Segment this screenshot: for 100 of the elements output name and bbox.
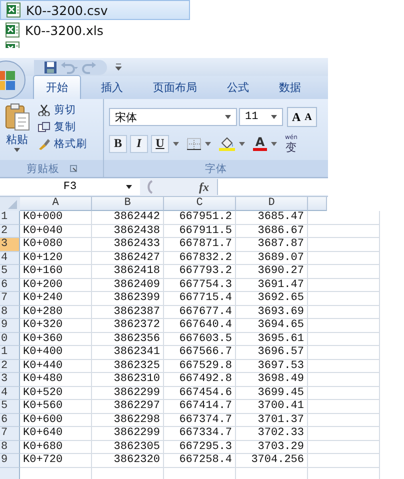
- row-header[interactable]: 4: [0, 252, 20, 265]
- spreadsheet-file-icon[interactable]: [6, 2, 21, 18]
- table-cell: 3862399: [92, 292, 164, 306]
- row-header[interactable]: 2: [0, 224, 20, 238]
- clipboard-command[interactable]: 复制: [38, 120, 87, 134]
- table-cell: 3862320: [92, 454, 164, 468]
- table-cell: 667454.6: [164, 386, 236, 400]
- table-cell: 3862297: [92, 400, 164, 414]
- table-cell: K0+600: [20, 414, 92, 427]
- table-cell: [308, 238, 380, 252]
- table-cell: [308, 211, 380, 224]
- row-header[interactable]: 1: [0, 211, 20, 224]
- column-header[interactable]: A: [20, 197, 92, 211]
- row-header[interactable]: 4: [0, 386, 20, 400]
- row-header[interactable]: 5: [0, 400, 20, 414]
- table-cell: [308, 306, 380, 319]
- table-cell: 3689.07: [236, 252, 308, 265]
- table-cell: K0+480: [20, 373, 92, 386]
- table-cell: 667566.7: [164, 346, 236, 360]
- table-cell: 3862372: [92, 319, 164, 332]
- paste-button[interactable]: 粘贴: [2, 103, 32, 156]
- insert-function-button[interactable]: fx: [199, 180, 213, 194]
- table-cell: 3696.57: [236, 346, 308, 360]
- table-cell: K0+360: [20, 332, 92, 346]
- customize-menu-icon[interactable]: [115, 63, 122, 71]
- italic-button[interactable]: I: [130, 134, 148, 152]
- row-header[interactable]: 6: [0, 414, 20, 427]
- table-cell: K0+720: [20, 454, 92, 468]
- table-cell: K0+320: [20, 319, 92, 332]
- bold-button[interactable]: B: [109, 134, 127, 152]
- dropdown-arrow-icon[interactable]: [225, 115, 231, 119]
- table-cell: [308, 414, 380, 427]
- table-cell: K0+040: [20, 224, 92, 238]
- spreadsheet-file-icon[interactable]: [5, 22, 20, 38]
- table-cell: 3862433: [92, 238, 164, 252]
- formula-input[interactable]: [217, 179, 328, 195]
- table-cell: 667793.2: [164, 265, 236, 278]
- font-size-field[interactable]: 11: [239, 108, 283, 126]
- table-cell: 3702.33: [236, 427, 308, 440]
- row-header[interactable]: 7: [0, 292, 20, 306]
- font-size-buttons: A A: [287, 107, 317, 127]
- row-header[interactable]: 3: [0, 238, 20, 252]
- row-header[interactable]: 0: [0, 332, 20, 346]
- row-header[interactable]: 7: [0, 427, 20, 440]
- row-header[interactable]: 8: [0, 306, 20, 319]
- ribbon-tab[interactable]: 插入: [91, 76, 133, 99]
- row-header[interactable]: 1: [0, 346, 20, 360]
- table-cell: K0+280: [20, 306, 92, 319]
- ribbon-tab[interactable]: 公式: [217, 76, 259, 99]
- file-item[interactable]: K0--3200.csv: [0, 0, 190, 20]
- table-cell: 667414.7: [164, 400, 236, 414]
- row-header[interactable]: 5: [0, 265, 20, 278]
- underline-button[interactable]: U: [151, 134, 169, 152]
- clipboard-command[interactable]: 剪切: [38, 103, 87, 117]
- row-header[interactable]: 9: [0, 319, 20, 332]
- table-cell: 667677.4: [164, 306, 236, 319]
- row-header[interactable]: 8: [0, 440, 20, 454]
- row-header[interactable]: 6: [0, 278, 20, 292]
- row-header[interactable]: 9: [0, 454, 20, 468]
- table-cell: [308, 346, 380, 360]
- table-cell: 3694.65: [236, 319, 308, 332]
- scissors-icon[interactable]: [38, 104, 50, 116]
- clipboard-command[interactable]: 格式刷: [38, 137, 87, 151]
- table-cell: K0+400: [20, 346, 92, 360]
- table-cell: [308, 224, 380, 238]
- file-item[interactable]: K0--3200.xls: [0, 20, 190, 40]
- table-cell: K0+520: [20, 386, 92, 400]
- table-cell: 3699.45: [236, 386, 308, 400]
- table-cell: [308, 360, 380, 373]
- table-cell: 3685.47: [236, 211, 308, 224]
- ribbon-tab[interactable]: 页面布局: [143, 76, 207, 99]
- fill-bucket-icon[interactable]: [219, 136, 235, 150]
- font-name-field[interactable]: 宋体: [109, 108, 237, 126]
- table-cell: 3862325: [92, 360, 164, 373]
- name-box[interactable]: F3: [0, 179, 140, 195]
- column-header[interactable]: B: [92, 197, 164, 211]
- ribbon-tab[interactable]: 数据: [269, 76, 311, 99]
- table-cell: K0+000: [20, 211, 92, 224]
- font-color-button[interactable]: A: [253, 136, 267, 151]
- column-header[interactable]: D: [236, 197, 308, 211]
- copy-icon[interactable]: [38, 121, 50, 133]
- table-cell: [308, 440, 380, 454]
- clipboard-icon[interactable]: [4, 103, 30, 131]
- table-cell: K0+440: [20, 360, 92, 373]
- table-cell: K0+080: [20, 238, 92, 252]
- column-header[interactable]: C: [164, 197, 236, 211]
- table-cell: [308, 373, 380, 386]
- dialog-launcher-icon[interactable]: [70, 165, 76, 172]
- dropdown-arrow-icon[interactable]: [126, 185, 132, 189]
- ribbon-tab[interactable]: 开始: [33, 75, 81, 99]
- dropdown-arrow-icon[interactable]: [271, 115, 277, 119]
- row-header[interactable]: 2: [0, 360, 20, 373]
- table-cell: 667603.5: [164, 332, 236, 346]
- table-cell: 3698.49: [236, 373, 308, 386]
- paintbrush-icon[interactable]: [38, 138, 50, 150]
- row-header[interactable]: 3: [0, 373, 20, 386]
- save-icon[interactable]: [44, 60, 57, 74]
- table-cell: K0+160: [20, 265, 92, 278]
- table-cell: [308, 252, 380, 265]
- borders-icon[interactable]: [187, 138, 201, 150]
